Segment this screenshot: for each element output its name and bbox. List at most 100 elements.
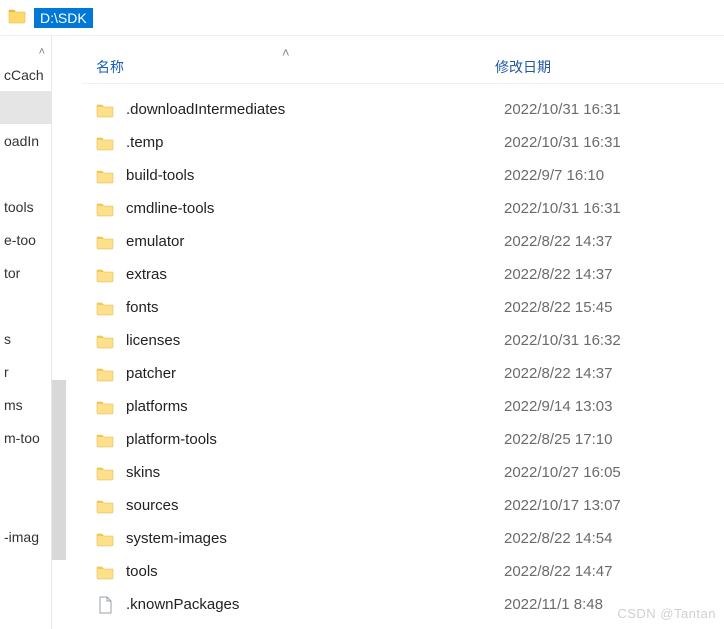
column-headers-row: 名称 ˄ 修改日期 (82, 36, 724, 84)
nav-item[interactable]: m-too (0, 421, 51, 454)
file-name: patcher (126, 365, 504, 382)
file-name: .downloadIntermediates (126, 101, 504, 118)
nav-item-label: cCach (4, 67, 44, 83)
nav-item-label: oadIn (4, 133, 39, 149)
file-date: 2022/10/31 16:31 (504, 101, 621, 118)
folder-icon (94, 168, 116, 184)
nav-item-label: tools (4, 199, 34, 215)
file-row[interactable]: .temp 2022/10/31 16:31 (82, 126, 724, 159)
file-date: 2022/8/22 14:37 (504, 233, 612, 250)
folder-icon (94, 102, 116, 118)
file-row[interactable]: platforms 2022/9/14 13:03 (82, 390, 724, 423)
folder-icon (94, 366, 116, 382)
nav-item[interactable] (0, 157, 51, 190)
file-name: sources (126, 497, 504, 514)
file-date: 2022/11/1 8:48 (504, 596, 603, 613)
folder-icon (94, 465, 116, 481)
file-name: licenses (126, 332, 504, 349)
nav-item-label: m-too (4, 430, 40, 446)
file-row[interactable]: tools 2022/8/22 14:47 (82, 555, 724, 588)
file-date: 2022/10/17 13:07 (504, 497, 621, 514)
folder-icon (94, 531, 116, 547)
file-name: fonts (126, 299, 504, 316)
file-row[interactable]: licenses 2022/10/31 16:32 (82, 324, 724, 357)
folder-icon (94, 135, 116, 151)
file-date: 2022/8/22 14:37 (504, 266, 612, 283)
file-name: .knownPackages (126, 596, 504, 613)
file-date: 2022/8/22 14:37 (504, 365, 612, 382)
column-header-date[interactable]: 修改日期 (492, 57, 551, 77)
file-name: cmdline-tools (126, 200, 504, 217)
folder-icon (94, 399, 116, 415)
nav-item-label: -imag (4, 529, 39, 545)
file-date: 2022/8/22 15:45 (504, 299, 612, 316)
file-name: extras (126, 266, 504, 283)
nav-item[interactable]: ms (0, 388, 51, 421)
file-row[interactable]: fonts 2022/8/22 15:45 (82, 291, 724, 324)
folder-icon (8, 8, 26, 27)
file-row[interactable]: extras 2022/8/22 14:37 (82, 258, 724, 291)
folder-icon (94, 498, 116, 514)
file-name: platform-tools (126, 431, 504, 448)
nav-item-label: s (4, 331, 11, 347)
file-row[interactable]: platform-tools 2022/8/25 17:10 (82, 423, 724, 456)
nav-item[interactable]: s (0, 322, 51, 355)
address-path[interactable]: D:\SDK (34, 8, 93, 28)
file-row[interactable]: system-images 2022/8/22 14:54 (82, 522, 724, 555)
nav-item-label: ms (4, 397, 23, 413)
file-name: tools (126, 563, 504, 580)
file-row[interactable]: build-tools 2022/9/7 16:10 (82, 159, 724, 192)
file-name: .temp (126, 134, 504, 151)
nav-tree[interactable]: ˄ cCach oadIn tools e-too tor s r ms m-t… (0, 36, 52, 629)
file-list: .downloadIntermediates 2022/10/31 16:31 … (82, 84, 724, 621)
file-name: build-tools (126, 167, 504, 184)
nav-item[interactable]: tor (0, 256, 51, 289)
file-row[interactable]: skins 2022/10/27 16:05 (82, 456, 724, 489)
file-name: system-images (126, 530, 504, 547)
nav-item[interactable]: r (0, 355, 51, 388)
file-row[interactable]: emulator 2022/8/22 14:37 (82, 225, 724, 258)
address-bar[interactable]: D:\SDK (0, 0, 724, 36)
file-date: 2022/9/14 13:03 (504, 398, 612, 415)
sort-ascending-icon: ˄ (282, 45, 290, 60)
folder-icon (94, 300, 116, 316)
nav-item[interactable]: -imag (0, 520, 51, 553)
file-date: 2022/10/31 16:32 (504, 332, 621, 349)
file-date: 2022/10/31 16:31 (504, 134, 621, 151)
file-name: skins (126, 464, 504, 481)
folder-icon (94, 201, 116, 217)
nav-item[interactable]: e-too (0, 223, 51, 256)
nav-item-label: tor (4, 265, 20, 281)
chevron-up-icon[interactable]: ˄ (39, 46, 45, 58)
file-date: 2022/10/27 16:05 (504, 464, 621, 481)
nav-item[interactable]: oadIn (0, 124, 51, 157)
file-date: 2022/8/22 14:54 (504, 530, 612, 547)
nav-item[interactable] (0, 454, 51, 487)
file-date: 2022/8/25 17:10 (504, 431, 612, 448)
nav-item[interactable] (0, 487, 51, 520)
nav-item-label: r (4, 364, 9, 380)
column-header-name[interactable]: 名称 ˄ (82, 57, 492, 77)
nav-item[interactable] (0, 91, 51, 124)
folder-icon (94, 333, 116, 349)
file-date: 2022/10/31 16:31 (504, 200, 621, 217)
folder-icon (94, 234, 116, 250)
nav-item-label: e-too (4, 232, 36, 248)
file-list-pane: 名称 ˄ 修改日期 .downloadIntermediates 2022/10… (52, 36, 724, 629)
nav-item[interactable] (0, 289, 51, 322)
file-row[interactable]: cmdline-tools 2022/10/31 16:31 (82, 192, 724, 225)
nav-item[interactable]: tools (0, 190, 51, 223)
nav-item[interactable]: cCach (0, 58, 51, 91)
column-name-label: 名称 (96, 59, 124, 75)
file-date: 2022/9/7 16:10 (504, 167, 604, 184)
file-icon (94, 596, 116, 614)
file-row[interactable]: sources 2022/10/17 13:07 (82, 489, 724, 522)
file-name: emulator (126, 233, 504, 250)
file-name: platforms (126, 398, 504, 415)
watermark-text: CSDN @Tantan (617, 606, 716, 621)
folder-icon (94, 267, 116, 283)
column-date-label: 修改日期 (495, 59, 551, 75)
file-row[interactable]: patcher 2022/8/22 14:37 (82, 357, 724, 390)
file-row[interactable]: .downloadIntermediates 2022/10/31 16:31 (82, 93, 724, 126)
folder-icon (94, 432, 116, 448)
